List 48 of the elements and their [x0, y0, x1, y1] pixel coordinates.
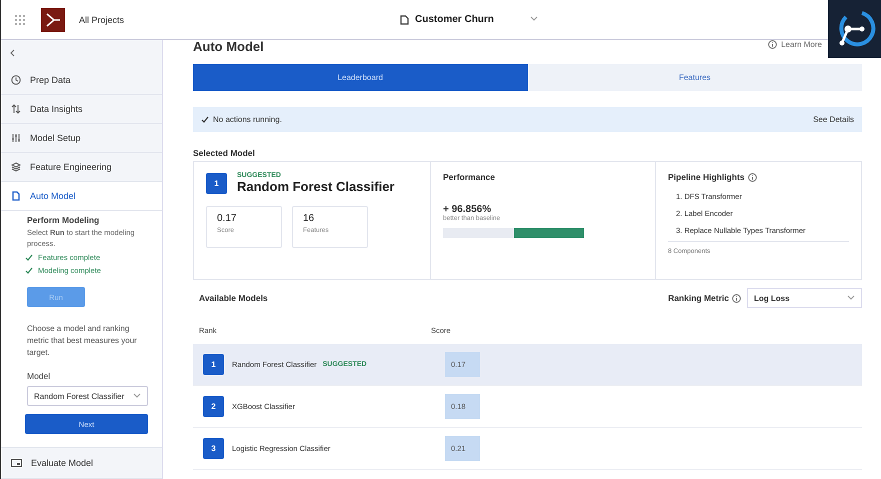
- apps-grid-icon[interactable]: [15, 14, 25, 24]
- sliders-icon: [11, 133, 21, 143]
- pipeline-title: Pipeline Highlights: [668, 172, 745, 182]
- chevron-down-icon: [847, 295, 855, 301]
- stat-value: 0.17: [217, 213, 238, 224]
- breadcrumb-link[interactable]: All Projects: [79, 14, 124, 24]
- check-icon: [201, 116, 209, 123]
- info-icon: [732, 294, 741, 302]
- info-icon: [748, 172, 757, 182]
- layers-icon: [11, 162, 21, 172]
- document-icon: [11, 191, 21, 201]
- sidebar-item[interactable]: Data Insights: [1, 95, 162, 124]
- chevron-left-icon: [9, 49, 15, 57]
- model-select[interactable]: Random Forest Classifier: [27, 386, 148, 406]
- learn-more-link[interactable]: Learn More: [768, 40, 822, 49]
- clock-icon: [11, 75, 21, 85]
- rank-badge: 2: [203, 396, 224, 417]
- metric-select[interactable]: Log Loss: [747, 288, 862, 308]
- arrows-icon: [11, 104, 21, 114]
- monitor-icon: [11, 458, 22, 468]
- sidebar-item[interactable]: Feature Engineering: [1, 153, 162, 182]
- chevron-down-icon: [133, 393, 141, 399]
- status-text: No actions running.: [213, 115, 282, 124]
- performance-value: + 96.856%: [443, 204, 492, 215]
- tab[interactable]: Features: [528, 64, 862, 91]
- rank-badge: 3: [203, 438, 224, 459]
- document-icon: [400, 14, 410, 24]
- metric-label: Ranking Metric: [668, 293, 729, 303]
- rank-badge: 1: [203, 354, 224, 375]
- performance-title: Performance: [443, 172, 496, 182]
- stat-value: 16: [303, 213, 316, 224]
- rank-badge: 1: [206, 172, 227, 194]
- hint-text: Choose a model and ranking metric that best measures your target.: [27, 323, 138, 359]
- section-heading: Available Models: [199, 293, 268, 303]
- sidebar-item[interactable]: Prep Data: [1, 66, 162, 95]
- app-logo[interactable]: [41, 8, 65, 32]
- see-details-link[interactable]: See Details: [813, 115, 854, 124]
- info-icon: [768, 40, 778, 49]
- model-name: Random Forest Classifier: [237, 179, 394, 194]
- sidebar-item[interactable]: Model Setup: [1, 124, 162, 153]
- step-title: Perform Modeling: [27, 215, 100, 225]
- page-title: Auto Model: [193, 40, 264, 53]
- sidebar-item[interactable]: Evaluate Model: [1, 447, 162, 479]
- project-selector[interactable]: Customer Churn: [394, 13, 544, 26]
- chevron-down-icon: [530, 16, 538, 22]
- section-heading: Selected Model: [193, 148, 256, 158]
- model-label: Model: [27, 371, 52, 381]
- tab[interactable]: Leaderboard: [193, 64, 528, 91]
